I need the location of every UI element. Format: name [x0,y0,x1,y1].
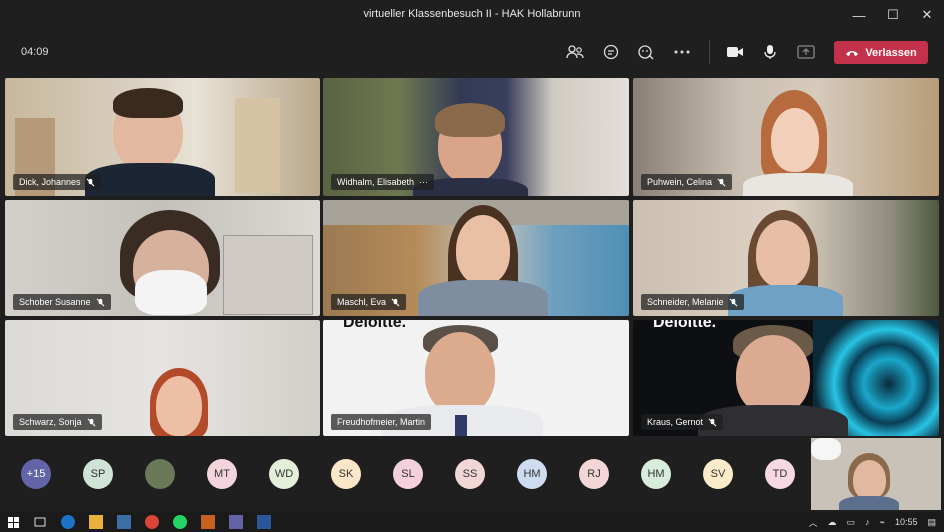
participant-name-tag: Widhalm, Elisabeth ··· [331,174,435,190]
more-icon[interactable] [669,40,695,64]
more-options-icon[interactable]: ··· [419,174,428,190]
participant-name-tag: Schober Susanne [13,294,111,310]
maximize-button[interactable]: ☐ [876,0,910,30]
avatar[interactable]: HM [517,459,547,489]
leave-button[interactable]: Verlassen [834,41,928,64]
participant-name-tag: Schwarz, Sonja [13,414,102,430]
camera-icon[interactable] [722,40,748,64]
video-tile[interactable]: Widhalm, Elisabeth ··· [323,78,629,196]
windows-taskbar: ︿ ☁ ▭ ♪ ⌁ 10:55 ▤ [0,512,944,532]
video-tile[interactable]: Maschl, Eva [323,200,629,316]
system-tray: ︿ ☁ ▭ ♪ ⌁ 10:55 ▤ [809,512,937,532]
meeting-toolbar: 04:09 [0,30,944,75]
network-icon[interactable]: ⌁ [880,517,885,528]
avatar[interactable]: WD [269,459,299,489]
video-tile[interactable]: Dick, Johannes [5,78,320,196]
window-title: virtueller Klassenbesuch II - HAK Hollab… [363,8,581,20]
participant-name-tag: Schneider, Melanie [641,294,744,310]
participant-name-tag: Freudhofmeier, Martin [331,414,432,430]
notification-icon[interactable]: ▤ [927,517,936,528]
video-tile[interactable]: Schwarz, Sonja [5,320,320,436]
windows-icon[interactable] [6,515,20,529]
brand-logo: Deloitte. [653,320,717,331]
chat-icon[interactable] [598,40,624,64]
remote-desktop-icon[interactable] [117,515,131,529]
app-icon[interactable] [201,515,215,529]
cloud-icon[interactable]: ☁ [828,517,837,528]
avatar[interactable]: SS [455,459,485,489]
mic-off-icon [717,178,726,186]
participant-name: Puhwein, Celina [647,177,713,187]
avatar[interactable]: TD [765,459,795,489]
participant-name-tag: Maschl, Eva [331,294,407,310]
mic-off-icon [708,418,717,426]
mic-off-icon [391,298,400,306]
avatar[interactable]: SV [703,459,733,489]
teams-icon[interactable] [229,515,243,529]
participant-name: Maschl, Eva [337,297,387,307]
overflow-participants-bar: +15 SP MT WD SK SL SS HM RJ HM SV TD [0,438,944,512]
video-tile[interactable]: Deloitte. Kraus, Gernot [633,320,939,436]
participant-name: Schwarz, Sonja [19,417,82,427]
hangup-icon [846,50,859,56]
participant-name-tag: Dick, Johannes [13,174,101,190]
avatar[interactable]: RJ [579,459,609,489]
task-view-icon[interactable] [33,515,47,529]
close-button[interactable]: ✕ [910,0,944,30]
mic-off-icon [96,298,105,306]
title-bar: virtueller Klassenbesuch II - HAK Hollab… [0,0,944,30]
chrome-icon[interactable] [145,515,159,529]
share-icon[interactable] [793,40,819,64]
meeting-timer: 04:09 [21,46,49,58]
avatar[interactable]: HM [641,459,671,489]
participant-name: Schneider, Melanie [647,297,724,307]
self-view-video[interactable] [811,438,941,510]
participant-name-tag: Puhwein, Celina [641,174,733,190]
participant-name-tag: Kraus, Gernot [641,414,724,430]
clock[interactable]: 10:55 [895,517,918,527]
avatar[interactable]: SK [331,459,361,489]
mic-icon[interactable] [757,40,783,64]
participant-name: Widhalm, Elisabeth [337,177,415,187]
more-participants-badge[interactable]: +15 [21,459,51,489]
word-icon[interactable] [257,515,271,529]
participants-icon[interactable] [562,40,588,64]
volume-icon[interactable]: ♪ [865,517,870,527]
avatar[interactable]: SL [393,459,423,489]
minimize-button[interactable]: — [842,0,876,30]
video-tile[interactable]: Schneider, Melanie [633,200,939,316]
mic-off-icon [729,298,738,306]
brand-logo: Deloitte. [343,320,407,331]
mic-off-icon [86,178,95,186]
video-tile[interactable]: Puhwein, Celina [633,78,939,196]
toolbar-divider [709,40,710,64]
participant-name: Dick, Johannes [19,177,81,187]
participant-name: Kraus, Gernot [647,417,704,427]
avatar[interactable]: MT [207,459,237,489]
avatar-photo[interactable] [145,459,175,489]
video-tile[interactable]: Schober Susanne [5,200,320,316]
reactions-icon[interactable] [633,40,659,64]
file-explorer-icon[interactable] [89,515,103,529]
video-tile[interactable]: Deloitte. Freudhofmeier, Martin [323,320,629,436]
battery-icon[interactable]: ▭ [847,517,856,528]
leave-label: Verlassen [865,46,917,59]
video-grid: Dick, Johannes Widhalm, Elisabeth ··· Pu… [0,78,944,438]
edge-icon[interactable] [61,515,75,529]
mic-off-icon [87,418,96,426]
avatar[interactable]: SP [83,459,113,489]
whatsapp-icon[interactable] [173,515,187,529]
chevron-up-icon[interactable]: ︿ [809,516,818,529]
participant-name: Schober Susanne [19,297,91,307]
participant-name: Freudhofmeier, Martin [337,417,426,427]
